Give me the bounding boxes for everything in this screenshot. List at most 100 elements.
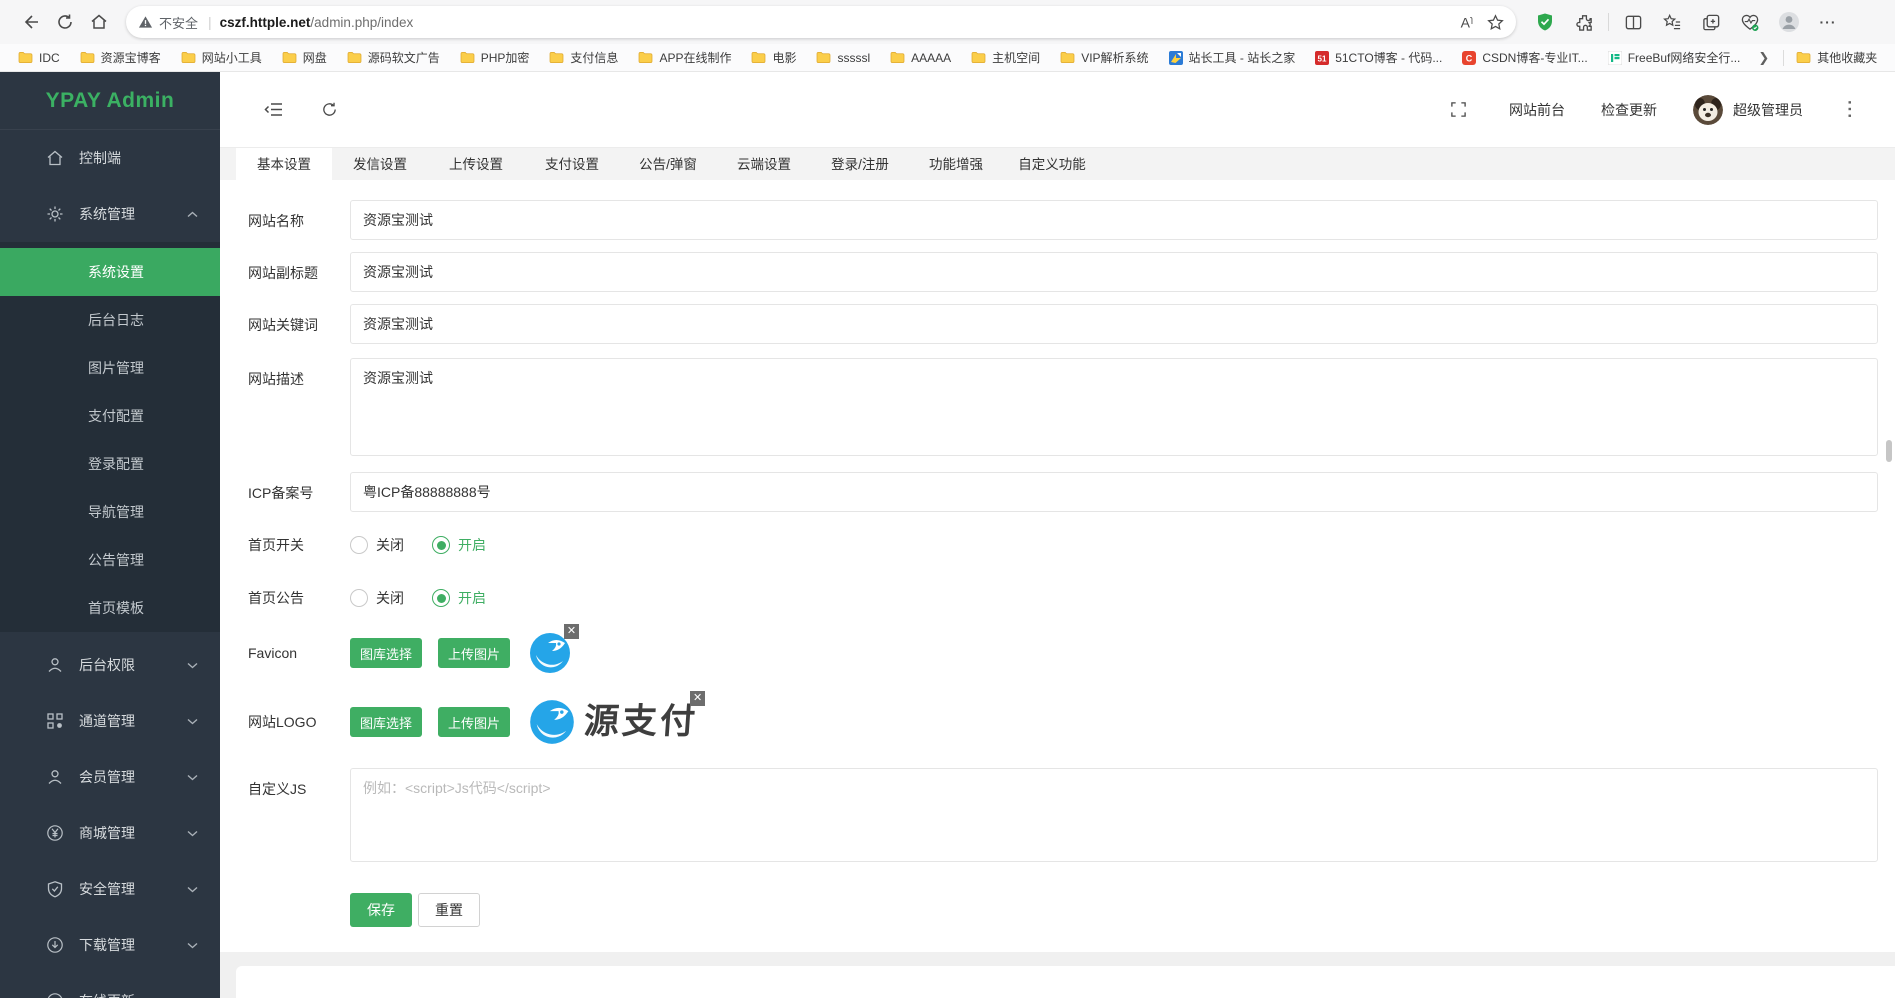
sidebar-item-notice-mgmt[interactable]: 公告管理 [0,536,220,584]
chevron-down-icon [187,718,198,725]
bookmark-item[interactable]: 站长工具 - 站长之家 [1161,47,1304,68]
field-label: 网站描述 [248,358,350,456]
favicon-gallery-button[interactable]: 图库选择 [350,638,422,668]
sidebar-item-security-mgmt[interactable]: 安全管理 [0,861,220,917]
site-name-input[interactable] [350,200,1878,240]
url-host: cszf.httple.net [220,15,311,30]
site-keywords-input[interactable] [350,304,1878,344]
bookmark-item[interactable]: PHP加密 [452,47,538,68]
profile-avatar-icon[interactable] [1774,7,1804,37]
reset-button[interactable]: 重置 [418,893,480,927]
sidebar-item-home-template[interactable]: 首页模板 [0,584,220,632]
sidebar-item-image-mgmt[interactable]: 图片管理 [0,344,220,392]
site-logo-preview-image: 源支付 [528,698,698,746]
sidebar-item-mall-mgmt[interactable]: 商城管理 [0,805,220,861]
logo-gallery-button[interactable]: 图库选择 [350,707,422,737]
site-subtitle-input[interactable] [350,252,1878,292]
save-button[interactable]: 保存 [350,893,412,927]
tab-mail-settings[interactable]: 发信设置 [332,148,428,181]
home-icon[interactable] [82,5,116,39]
bookmark-item[interactable]: 源码软文广告 [339,47,448,68]
radio-label[interactable]: 开启 [458,588,486,608]
tab-feature-enhance[interactable]: 功能增强 [908,148,1004,181]
check-update-link[interactable]: 检查更新 [1583,100,1675,120]
sidebar-item-clipped[interactable]: 在线更新 [0,973,220,998]
bookmark-item[interactable]: VIP解析系统 [1052,47,1156,68]
username[interactable]: 超级管理员 [1733,100,1803,120]
address-bar[interactable]: 不安全 | cszf.httple.net /admin.php/index A… [126,6,1516,38]
extensions-puzzle-icon[interactable] [1569,7,1599,37]
bookmark-item[interactable]: 资源宝博客 [72,47,169,68]
favorites-hub-icon[interactable] [1657,7,1687,37]
sidebar-item-console[interactable]: 控制端 [0,130,220,186]
sidebar-item-member-mgmt[interactable]: 会员管理 [0,749,220,805]
bookmarks-overflow-chevron-icon[interactable]: ❯ [1752,50,1775,66]
sidebar-item-channel-mgmt[interactable]: 通道管理 [0,693,220,749]
collections-icon[interactable] [1696,7,1726,37]
sidebar-item-system-settings[interactable]: 系统设置 [0,248,220,296]
radio-label[interactable]: 关闭 [376,535,404,555]
folder-icon [18,51,33,64]
split-screen-icon[interactable] [1618,7,1648,37]
refresh-page-icon[interactable] [312,93,346,127]
more-menu-dots-icon[interactable]: ··· [1839,92,1859,128]
bookmark-item[interactable]: 电影 [743,47,804,68]
browser-essentials-icon[interactable] [1735,7,1765,37]
tab-cloud-settings[interactable]: 云端设置 [716,148,812,181]
other-favorites-folder[interactable]: 其他收藏夹 [1788,47,1885,68]
bookmark-item[interactable]: sssssl [808,49,878,67]
avatar[interactable] [1693,95,1723,125]
bookmark-item[interactable]: FreeBuf网络安全行... [1600,47,1749,68]
bookmark-item[interactable]: IDC [10,49,68,67]
sidebar-item-admin-permissions[interactable]: 后台权限 [0,637,220,693]
bookmark-item[interactable]: APP在线制作 [630,47,739,68]
tab-basic-settings[interactable]: 基本设置 [236,148,332,181]
sidebar-item-payment-config[interactable]: 支付配置 [0,392,220,440]
sidebar-item-admin-logs[interactable]: 后台日志 [0,296,220,344]
radio-label[interactable]: 开启 [458,535,486,555]
bookmarks-separator [1783,50,1784,66]
bookmark-item[interactable]: CCSDN博客-专业IT... [1454,47,1595,68]
back-icon[interactable] [14,5,48,39]
home-notice-on-radio[interactable] [432,589,450,607]
settings-menu-dots-icon[interactable]: ··· [1813,7,1843,37]
bookmark-item[interactable]: AAAAA [882,49,959,67]
folder-icon [638,51,653,64]
home-switch-off-radio[interactable] [350,536,368,554]
tab-notice-popup[interactable]: 公告/弹窗 [620,148,716,181]
field-label [248,893,350,927]
sidebar: YPAY Admin 控制端 系统管理 系统设置 后台日志 图片管理 支付配置 … [0,72,220,998]
refresh-icon[interactable] [48,5,82,39]
sidebar-item-nav-mgmt[interactable]: 导航管理 [0,488,220,536]
read-aloud-icon[interactable]: Aɿ [1461,14,1473,31]
logo-upload-button[interactable]: 上传图片 [438,707,510,737]
tab-upload-settings[interactable]: 上传设置 [428,148,524,181]
radio-label[interactable]: 关闭 [376,588,404,608]
remove-logo-icon[interactable]: ✕ [690,691,705,706]
remove-favicon-icon[interactable]: ✕ [564,624,579,639]
bookmark-item[interactable]: 5151CTO博客 - 代码... [1307,47,1450,68]
home-notice-off-radio[interactable] [350,589,368,607]
favicon-upload-button[interactable]: 上传图片 [438,638,510,668]
tab-login-register[interactable]: 登录/注册 [812,148,908,181]
home-switch-on-radio[interactable] [432,536,450,554]
sidebar-item-system-mgmt[interactable]: 系统管理 [0,186,220,242]
collapse-sidebar-icon[interactable] [256,93,290,127]
site-description-textarea[interactable]: 资源宝测试 [350,358,1878,456]
icp-number-input[interactable] [350,472,1878,512]
bookmark-item[interactable]: 主机空间 [963,47,1048,68]
bookmark-item[interactable]: 支付信息 [541,47,626,68]
page-scrollbar-thumb[interactable] [1886,440,1892,462]
site-frontend-link[interactable]: 网站前台 [1491,100,1583,120]
tab-payment-settings[interactable]: 支付设置 [524,148,620,181]
bookmark-item[interactable]: 网盘 [274,47,335,68]
svg-text:51: 51 [1318,54,1327,63]
adblock-shield-icon[interactable] [1530,7,1560,37]
bookmark-item[interactable]: 网站小工具 [173,47,270,68]
sidebar-item-login-config[interactable]: 登录配置 [0,440,220,488]
fullscreen-icon[interactable] [1441,93,1475,127]
tab-custom-features[interactable]: 自定义功能 [1004,148,1100,181]
custom-js-textarea[interactable] [350,768,1878,862]
favorite-star-icon[interactable] [1487,14,1504,31]
sidebar-item-download-mgmt[interactable]: 下载管理 [0,917,220,973]
